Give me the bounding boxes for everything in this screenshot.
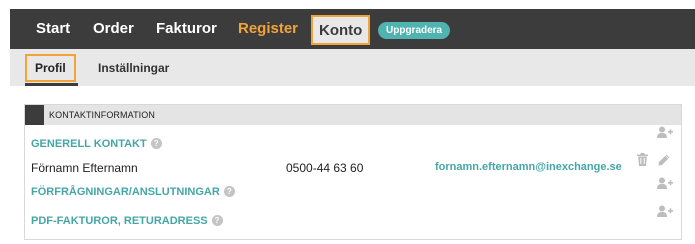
- section-title-label: GENERELL KONTAKT: [31, 138, 147, 150]
- contact-phone: 0500-44 63 60: [286, 161, 364, 175]
- nav-register[interactable]: Register: [238, 9, 298, 49]
- panel-title: KONTAKTINFORMATION: [49, 110, 155, 120]
- tab-profil[interactable]: Profil: [25, 54, 76, 82]
- section-generell-kontakt[interactable]: GENERELL KONTAKT?: [31, 138, 162, 150]
- upgrade-button[interactable]: Uppgradera: [378, 22, 451, 39]
- nav-start[interactable]: Start: [36, 9, 70, 49]
- help-icon[interactable]: ?: [211, 215, 223, 226]
- help-icon[interactable]: ?: [223, 186, 235, 197]
- active-tab-indicator: [25, 83, 78, 86]
- top-navigation: Start Order Fakturor Register Konto Uppg…: [10, 9, 695, 49]
- add-user-icon[interactable]: [657, 177, 673, 190]
- pencil-icon[interactable]: [658, 154, 670, 166]
- contact-info-panel: KONTAKTINFORMATION GENERELL KONTAKT? För…: [24, 104, 682, 240]
- section-title-label: FÖRFRÅGNINGAR/ANSLUTNINGAR: [31, 186, 220, 198]
- sub-navigation: Profil Inställningar: [10, 49, 695, 86]
- add-user-icon[interactable]: [657, 126, 673, 139]
- nav-fakturor[interactable]: Fakturor: [156, 9, 217, 49]
- nav-order[interactable]: Order: [93, 9, 134, 49]
- contact-email-link[interactable]: fornamn.efternamn@inexchange.se: [435, 161, 622, 173]
- trash-icon[interactable]: [637, 153, 648, 166]
- nav-konto[interactable]: Konto: [311, 15, 371, 45]
- panel-header-marker: [25, 105, 44, 125]
- help-icon[interactable]: ?: [150, 138, 162, 149]
- section-forfragningar[interactable]: FÖRFRÅGNINGAR/ANSLUTNINGAR?: [31, 186, 235, 198]
- section-pdf-fakturor[interactable]: PDF-FAKTUROR, RETURADRESS?: [31, 215, 223, 227]
- section-title-label: PDF-FAKTUROR, RETURADRESS: [31, 215, 208, 227]
- contact-name: Förnamn Efternamn: [31, 161, 138, 175]
- panel-header: KONTAKTINFORMATION: [25, 105, 681, 125]
- tab-installningar[interactable]: Inställningar: [98, 54, 169, 82]
- add-user-icon[interactable]: [657, 205, 673, 218]
